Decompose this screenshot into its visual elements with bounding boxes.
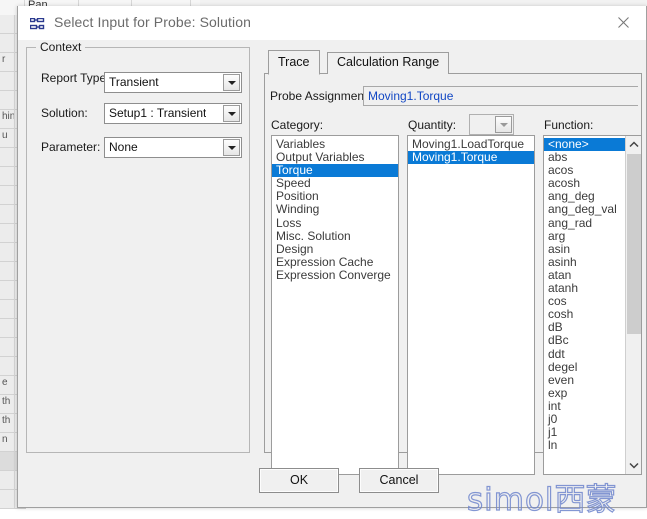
solution-label: Solution: (41, 106, 88, 120)
ok-button-label: OK (289, 473, 309, 487)
probe-solution-icon (29, 17, 45, 30)
tab-trace-label: Trace (278, 55, 310, 69)
function-item[interactable]: arg (544, 230, 625, 243)
category-item[interactable]: Variables (272, 138, 398, 151)
category-item[interactable]: Output Variables (272, 151, 398, 164)
category-item[interactable]: Position (272, 190, 398, 203)
report-type-combobox[interactable]: Transient (104, 72, 242, 93)
function-item[interactable]: ang_deg (544, 190, 625, 203)
category-item[interactable]: Speed (272, 177, 398, 190)
chevron-down-icon[interactable] (495, 116, 512, 133)
dialog-title: Select Input for Probe: Solution (54, 14, 251, 30)
category-item[interactable]: Expression Cache (272, 256, 398, 269)
function-item[interactable]: j0 (544, 413, 625, 426)
solution-value: Setup1 : Transient (109, 106, 207, 120)
parameter-combobox[interactable]: None (104, 137, 242, 158)
function-item[interactable]: atanh (544, 282, 625, 295)
parameter-value: None (109, 140, 138, 154)
quantity-item[interactable]: Moving1.Torque (408, 151, 534, 165)
cancel-button-label: Cancel (379, 473, 419, 487)
chevron-down-icon[interactable] (223, 74, 240, 91)
function-item[interactable]: dB (544, 321, 625, 334)
category-item[interactable]: Expression Converge (272, 269, 398, 282)
function-item[interactable]: even (544, 374, 625, 387)
function-label: Function: (544, 118, 594, 132)
cancel-button[interactable]: Cancel (359, 468, 439, 493)
probe-assignment-value: Moving1.Torque (368, 89, 454, 103)
function-item[interactable]: cosh (544, 308, 625, 321)
function-item[interactable]: cos (544, 295, 625, 308)
function-item[interactable]: abs (544, 151, 625, 164)
function-item[interactable]: asinh (544, 256, 625, 269)
function-list-scrollbar[interactable] (625, 136, 641, 474)
report-type-label-text: Report Type: (41, 71, 110, 85)
function-item[interactable]: int (544, 400, 625, 413)
report-type-value: Transient (109, 75, 159, 89)
background-divider (14, 15, 15, 508)
select-input-probe-dialog: Select Input for Probe: Solution Context… (17, 6, 647, 519)
scroll-down-icon[interactable] (626, 457, 641, 474)
function-item[interactable]: ang_rad (544, 217, 625, 230)
function-item[interactable]: ang_deg_val (544, 203, 625, 216)
probe-assignment-field[interactable]: Moving1.Torque (363, 86, 638, 106)
context-group-title: Context (36, 40, 86, 54)
category-item[interactable]: Loss (272, 217, 398, 230)
quantity-item[interactable]: Moving1.LoadTorque (408, 138, 534, 151)
function-item[interactable]: atan (544, 269, 625, 282)
category-label: Category: (271, 118, 324, 132)
quantity-combobox[interactable] (469, 114, 514, 135)
function-item[interactable]: ln (544, 439, 625, 452)
function-item[interactable]: acosh (544, 177, 625, 190)
category-item[interactable]: Winding (272, 203, 398, 216)
parameter-label: Parameter: (41, 140, 101, 154)
probe-assignment-label: Probe Assignment: (270, 89, 371, 103)
quantity-listbox[interactable]: Moving1.LoadTorque Moving1.Torque (407, 135, 535, 475)
dialog-titlebar: Select Input for Probe: Solution (18, 6, 646, 40)
ok-button[interactable]: OK (259, 468, 339, 493)
function-item[interactable]: degel (544, 361, 625, 374)
category-item[interactable]: Misc. Solution (272, 230, 398, 243)
tab-strip: Trace Calculation Range (264, 50, 642, 75)
tab-calculation-range-label: Calculation Range (337, 55, 440, 69)
category-item[interactable]: Torque (272, 164, 398, 178)
watermark: simol西蒙 (466, 474, 617, 519)
tab-trace[interactable]: Trace (268, 50, 320, 75)
scrollbar-thumb[interactable] (627, 154, 641, 334)
chevron-down-icon[interactable] (223, 139, 240, 156)
solution-combobox[interactable]: Setup1 : Transient (104, 103, 242, 124)
function-item[interactable]: j1 (544, 426, 625, 439)
function-item[interactable]: <none> (544, 138, 625, 152)
quantity-label: Quantity: (408, 118, 457, 132)
watermark-cjk: 西蒙 (554, 481, 617, 518)
function-item[interactable]: exp (544, 387, 625, 400)
report-type-label: Report Type: (41, 71, 109, 86)
function-item[interactable]: dBc (544, 334, 625, 347)
function-item[interactable]: ddt (544, 348, 625, 361)
function-item[interactable]: asin (544, 243, 625, 256)
close-icon[interactable] (602, 6, 646, 39)
watermark-latin: simol (466, 481, 555, 518)
category-item[interactable]: Design (272, 243, 398, 256)
tab-calculation-range[interactable]: Calculation Range (327, 52, 450, 74)
function-listbox[interactable]: <none> abs acos acosh ang_deg ang_deg_val ang_… (543, 135, 642, 475)
function-item[interactable]: acos (544, 164, 625, 177)
scroll-up-icon[interactable] (626, 136, 641, 153)
category-listbox[interactable]: Variables Output Variables Torque Speed Posi… (271, 135, 399, 475)
chevron-down-icon[interactable] (223, 105, 240, 122)
